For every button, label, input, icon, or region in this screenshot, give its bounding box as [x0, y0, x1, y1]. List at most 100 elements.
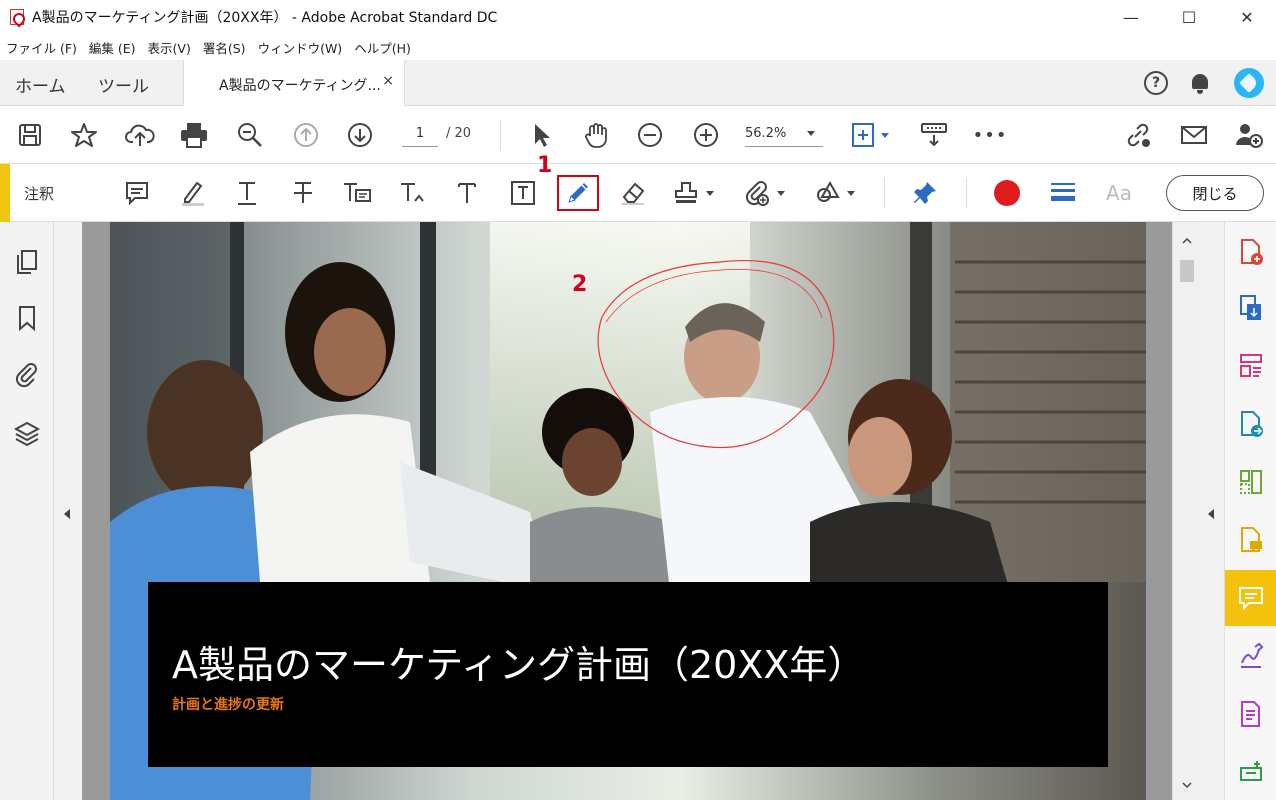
window-titlebar: A製品のマーケティング計画（20XX年） - Adobe Acrobat Sta… — [0, 0, 1276, 34]
toolbar-divider — [500, 120, 501, 150]
minimize-button[interactable]: — — [1102, 0, 1160, 34]
menu-bar: ファイル (F) 編集 (E) 表示(V) 署名(S) ウィンドウ(W) ヘルプ… — [0, 34, 1276, 60]
stamp-icon[interactable] — [672, 176, 718, 210]
shapes-icon[interactable] — [812, 176, 858, 210]
menu-help[interactable]: ヘルプ(H) — [354, 38, 411, 57]
tab-close-icon[interactable]: × — [382, 73, 394, 89]
left-navigation-panel — [0, 222, 54, 800]
export-pdf-icon[interactable] — [1225, 280, 1276, 336]
page-thumbnails-icon[interactable] — [14, 248, 40, 280]
menu-file[interactable]: ファイル (F) — [6, 38, 77, 57]
current-page-input[interactable]: 1 — [402, 123, 438, 147]
send-track-icon[interactable] — [1225, 744, 1276, 800]
organize-pages-icon[interactable] — [1225, 454, 1276, 510]
upload-cloud-icon[interactable] — [124, 119, 156, 151]
main-toolbar: 1 / 20 56.2% ••• — [0, 106, 1276, 164]
strikethrough-text-icon[interactable] — [286, 176, 320, 210]
comment-accent-bar — [0, 164, 10, 222]
menu-window[interactable]: ウィンドウ(W) — [258, 38, 343, 57]
highlight-text-icon[interactable] — [176, 176, 210, 210]
scrollbar-thumb[interactable] — [1180, 260, 1194, 282]
zoom-out-icon[interactable] — [634, 119, 666, 151]
step-marker-2: 2 — [572, 272, 588, 297]
more-options-icon[interactable]: ••• — [973, 119, 1007, 151]
add-user-icon[interactable] — [1232, 119, 1264, 151]
total-pages: / 20 — [446, 126, 472, 141]
share-link-icon[interactable] — [1122, 119, 1154, 151]
chevron-down-icon — [807, 131, 815, 136]
zoom-level-value: 56.2% — [745, 126, 787, 141]
page-fit-icon[interactable] — [848, 119, 892, 151]
search-zoom-icon[interactable] — [234, 119, 266, 151]
email-icon[interactable] — [1178, 119, 1210, 151]
replace-text-icon[interactable] — [340, 176, 374, 210]
edit-pdf-icon[interactable] — [1225, 338, 1276, 394]
eraser-icon[interactable] — [616, 176, 650, 210]
right-tools-panel — [1224, 222, 1276, 800]
help-icon[interactable]: ? — [1144, 71, 1168, 95]
color-picker-icon[interactable] — [990, 176, 1024, 210]
attachments-icon[interactable] — [14, 362, 40, 394]
tab-document-label: A製品のマーケティング... — [219, 78, 381, 94]
hand-pan-icon[interactable] — [580, 119, 612, 151]
step-marker-1: 1 — [537, 153, 553, 178]
attach-file-icon[interactable] — [742, 176, 788, 210]
comment-toolbar-label: 注釈 — [24, 185, 55, 203]
zoom-level-select[interactable]: 56.2% — [745, 123, 823, 147]
text-properties-icon[interactable]: Aa — [1102, 176, 1136, 210]
menu-sign[interactable]: 署名(S) — [203, 38, 246, 57]
tab-home[interactable]: ホーム — [15, 72, 66, 97]
next-page-icon[interactable] — [344, 119, 376, 151]
tab-bar: ホーム ツール A製品のマーケティング... × ? — [0, 60, 1276, 106]
tab-document[interactable]: A製品のマーケティング... × — [183, 60, 405, 106]
right-panel-toggle[interactable] — [1200, 222, 1224, 800]
print-icon[interactable] — [178, 119, 210, 151]
bookmark-star-icon[interactable] — [68, 119, 100, 151]
layers-icon[interactable] — [13, 420, 41, 452]
pdf-page[interactable]: A製品のマーケティング計画（20XX年） 計画と進捗の更新 — [110, 222, 1146, 800]
add-text-icon[interactable] — [450, 176, 484, 210]
menu-edit[interactable]: 編集 (E) — [89, 38, 136, 57]
previous-page-icon[interactable] — [290, 119, 322, 151]
chevron-left-icon — [64, 509, 70, 519]
document-viewport[interactable]: A製品のマーケティング計画（20XX年） 計画と進捗の更新 — [82, 222, 1172, 800]
add-comment-doc-icon[interactable] — [1225, 512, 1276, 568]
fill-sign-icon[interactable] — [1225, 628, 1276, 684]
zoom-in-icon[interactable] — [690, 119, 722, 151]
close-comment-button[interactable]: 閉じる — [1166, 175, 1264, 211]
acrobat-app-icon — [10, 9, 24, 25]
banner-subtitle: 計画と進捗の更新 — [172, 697, 284, 713]
left-panel-toggle[interactable] — [54, 222, 82, 800]
pin-icon[interactable] — [908, 176, 942, 210]
drawing-color-swatch — [994, 180, 1020, 206]
comment-toolbar-divider — [884, 178, 885, 208]
underline-text-icon[interactable] — [230, 176, 264, 210]
comment-tool-icon[interactable] — [1225, 570, 1276, 626]
prepare-form-icon[interactable] — [1225, 686, 1276, 742]
chevron-left-icon — [1208, 509, 1214, 519]
close-window-button[interactable]: ✕ — [1218, 0, 1276, 34]
create-pdf-icon[interactable] — [1225, 224, 1276, 280]
window-controls: — ☐ ✕ — [1102, 0, 1276, 34]
menu-view[interactable]: 表示(V) — [148, 38, 191, 57]
line-thickness-icon[interactable] — [1046, 176, 1080, 210]
title-banner: A製品のマーケティング計画（20XX年） 計画と進捗の更新 — [148, 582, 1108, 767]
bookmarks-icon[interactable] — [16, 304, 38, 336]
draw-freeform-pencil-icon[interactable] — [557, 175, 599, 211]
export-convert-icon[interactable] — [1225, 396, 1276, 452]
read-mode-icon[interactable] — [918, 119, 950, 151]
banner-title: A製品のマーケティング計画（20XX年） — [172, 643, 866, 687]
scroll-up-icon[interactable] — [1181, 236, 1193, 246]
save-icon[interactable] — [14, 119, 46, 151]
scroll-down-icon[interactable] — [1181, 780, 1193, 790]
text-box-icon[interactable] — [506, 176, 540, 210]
sticky-note-icon[interactable] — [120, 176, 154, 210]
select-cursor-icon[interactable] — [526, 119, 558, 151]
user-avatar[interactable] — [1234, 68, 1264, 98]
vertical-scrollbar[interactable] — [1172, 222, 1200, 800]
window-title: A製品のマーケティング計画（20XX年） - Adobe Acrobat Sta… — [32, 10, 498, 26]
maximize-button[interactable]: ☐ — [1160, 0, 1218, 34]
insert-text-icon[interactable] — [396, 176, 430, 210]
notification-bell-icon[interactable] — [1190, 72, 1210, 94]
tab-tools[interactable]: ツール — [98, 72, 149, 97]
